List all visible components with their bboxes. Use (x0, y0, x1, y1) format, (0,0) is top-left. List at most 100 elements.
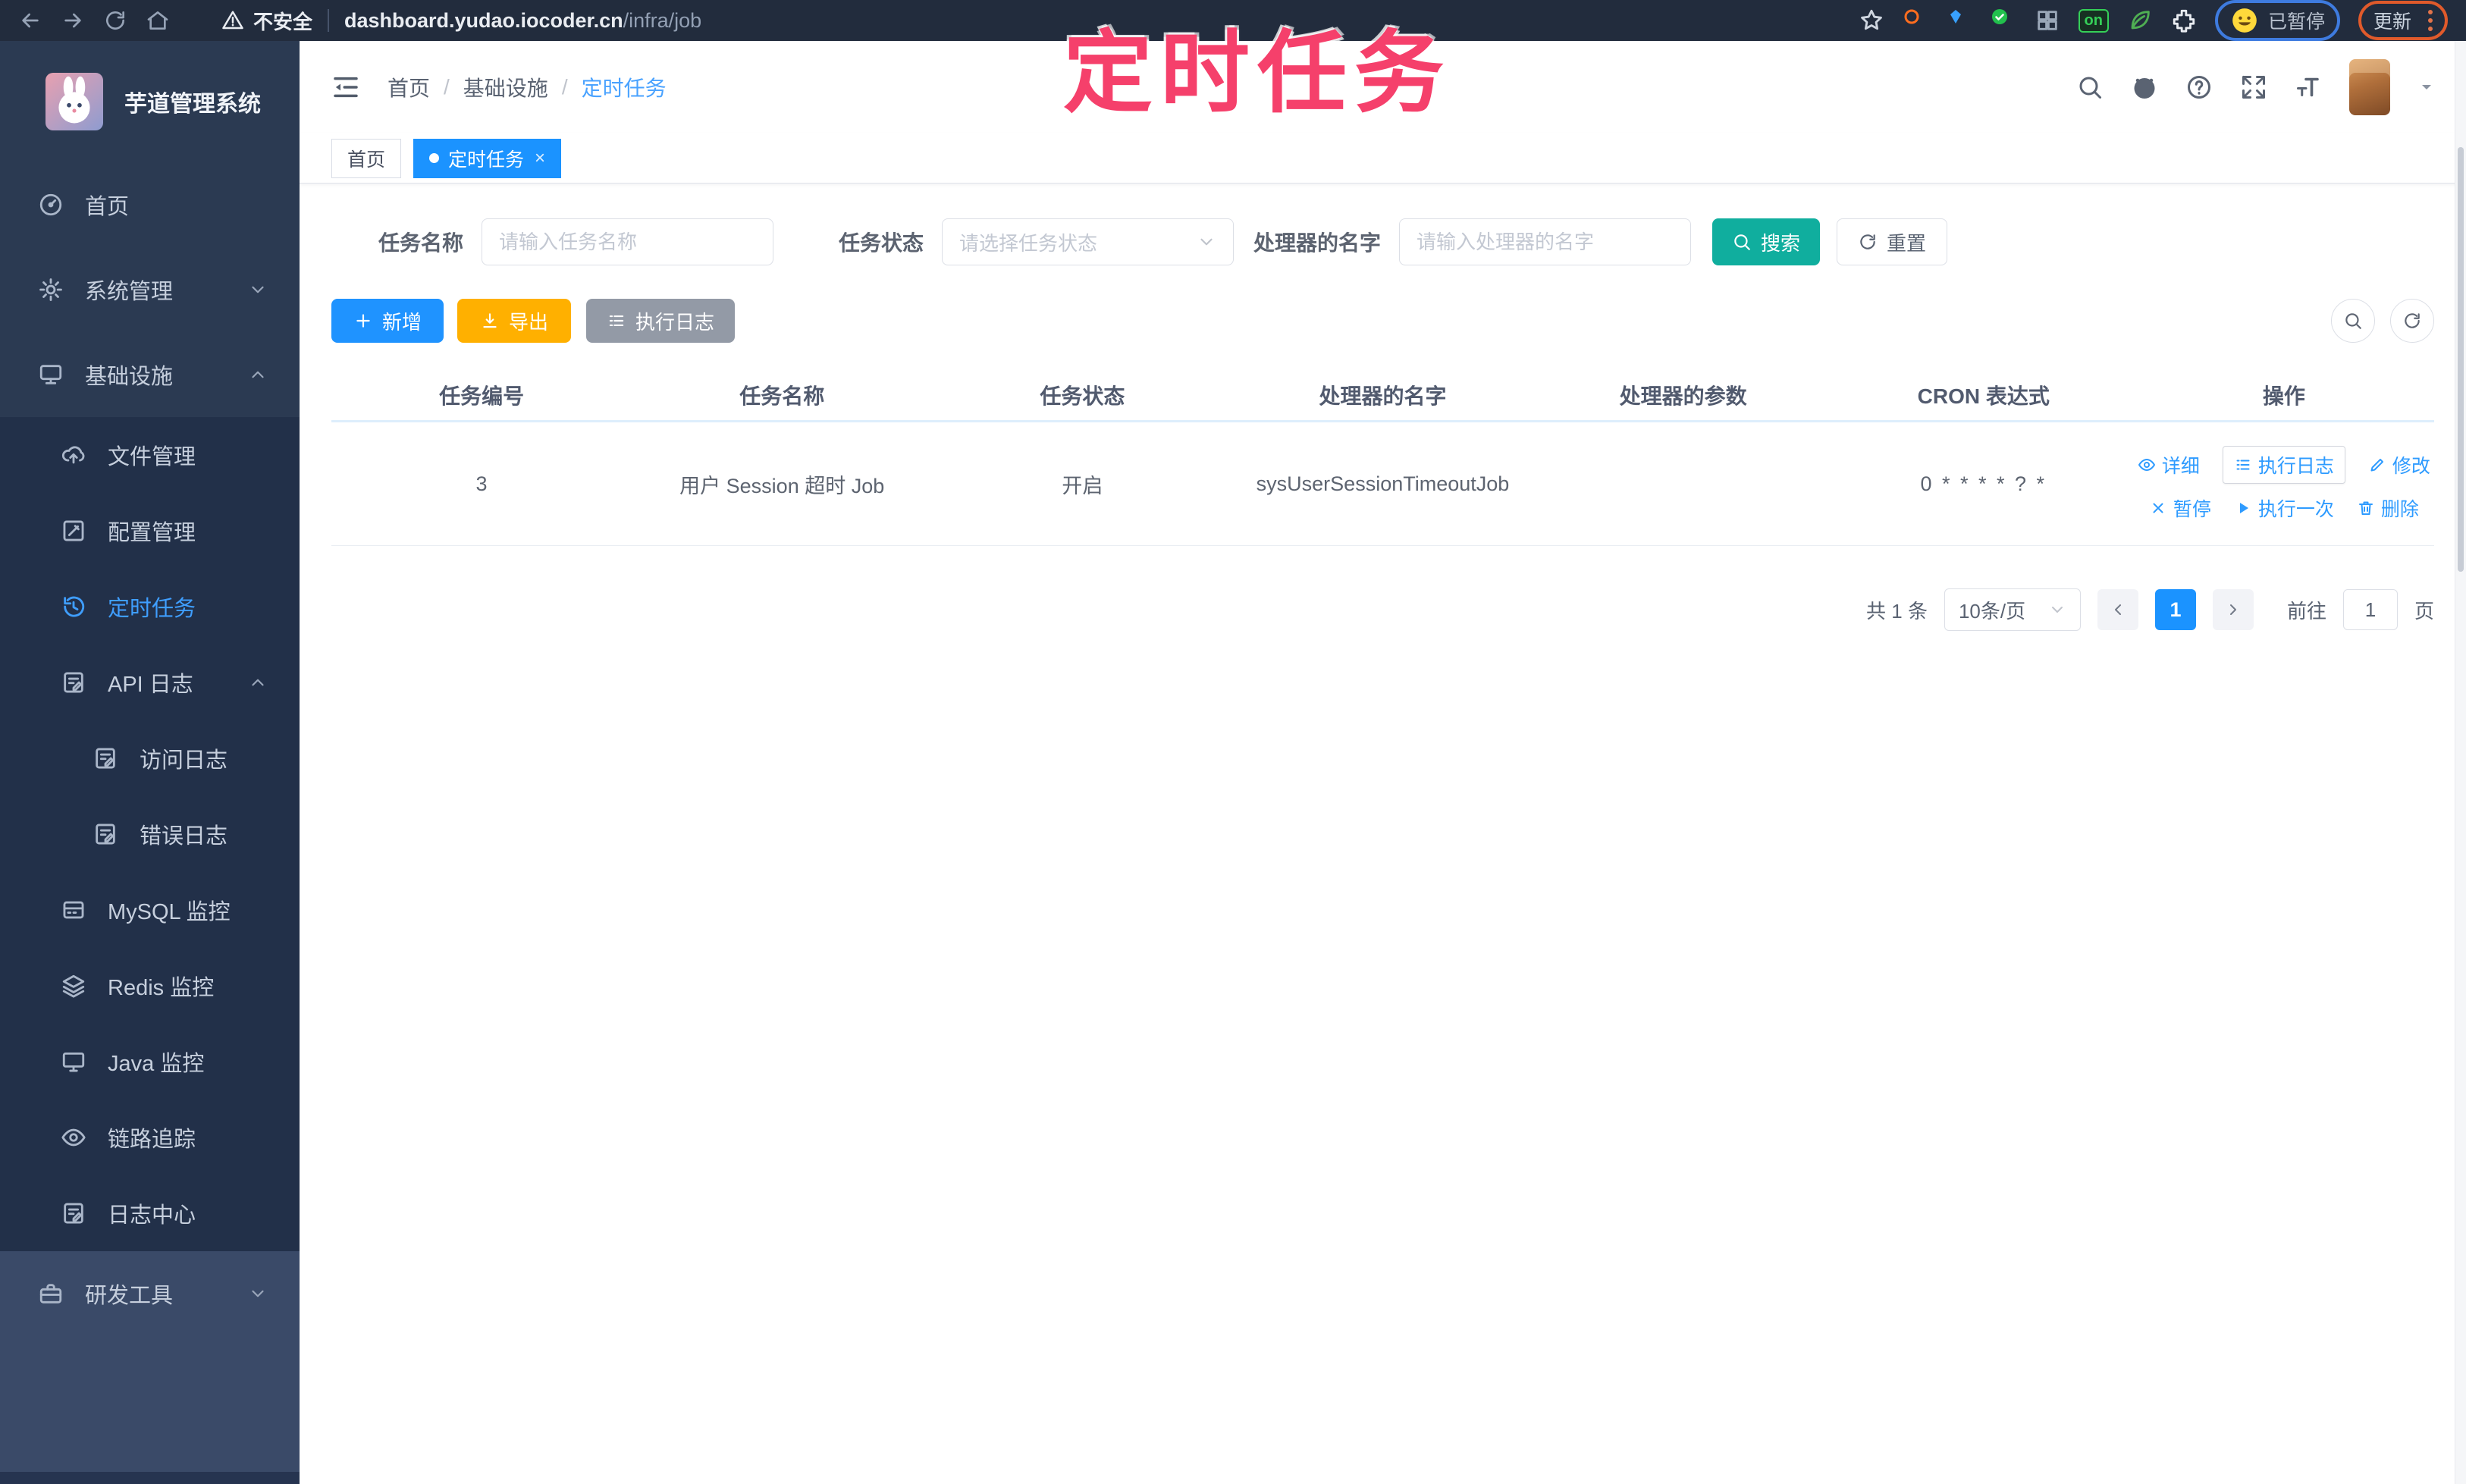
tab-view-bar: 首页 定时任务 × (300, 133, 2466, 184)
browser-back-icon[interactable] (18, 8, 42, 33)
user-avatar[interactable] (2349, 59, 2390, 115)
search-icon[interactable] (2076, 74, 2104, 101)
pencil-icon (2368, 456, 2386, 474)
tab-home[interactable]: 首页 (331, 138, 402, 178)
add-button[interactable]: 新增 (331, 299, 444, 343)
page-1-button[interactable]: 1 (2154, 589, 2196, 630)
edit-square-icon (61, 518, 86, 544)
search-icon (1732, 232, 1752, 252)
sidebar-item-label: 日志中心 (108, 1203, 196, 1228)
sidebar-item-label: 文件管理 (108, 445, 196, 469)
infrastructure-icon (38, 362, 64, 387)
github-icon[interactable] (2131, 74, 2158, 101)
action-exec-log[interactable]: 执行日志 (2222, 446, 2345, 484)
page-scrollbar[interactable] (2455, 41, 2466, 1484)
bookmark-star-icon[interactable] (1859, 8, 1884, 33)
browser-home-icon[interactable] (146, 8, 170, 33)
sidebar-item-label: 错误日志 (140, 824, 228, 849)
profile-status-group[interactable]: 已暂停 (2214, 0, 2340, 41)
fullscreen-icon[interactable] (2240, 74, 2267, 101)
job-name-label: 任务名称 (378, 231, 464, 255)
screen: 不安全 dashboard.yudao.iocoder.cn/infra/job… (0, 0, 2466, 1484)
sidebar-item-scheduled-jobs[interactable]: 定时任务 (0, 569, 300, 645)
next-page-button[interactable] (2212, 589, 2254, 630)
chevron-up-icon (248, 673, 268, 692)
job-status-select[interactable]: 请选择任务状态 (942, 218, 1235, 265)
green-check-extension-icon[interactable] (1991, 8, 2016, 33)
active-dot (429, 153, 440, 163)
sidebar-item-label: MySQL 监控 (108, 900, 231, 924)
browser-reload-icon[interactable] (103, 8, 127, 33)
database-icon (61, 897, 86, 923)
reset-button[interactable]: 重置 (1837, 218, 1948, 265)
update-group[interactable]: 更新 (2358, 1, 2448, 40)
content: 任务名称 任务状态 请选择任务状态 处理器的名字 搜索 重置 (300, 184, 2466, 631)
sidebar-item-log-center[interactable]: 日志中心 (0, 1175, 300, 1251)
close-icon[interactable]: × (535, 148, 545, 169)
action-pause[interactable]: 暂停 (2149, 494, 2211, 522)
breadcrumb-home[interactable]: 首页 (387, 72, 430, 102)
sidebar-item-error-log[interactable]: 错误日志 (0, 796, 300, 872)
refresh-table-button[interactable] (2390, 299, 2434, 343)
goto-page-input[interactable] (2342, 589, 2398, 630)
action-detail[interactable]: 详细 (2138, 451, 2200, 478)
sidebar-bottom-section: 研发工具 (0, 1251, 300, 1484)
action-delete[interactable]: 删除 (2357, 494, 2419, 522)
sidebar-item-mysql-monitor[interactable]: MySQL 监控 (0, 872, 300, 948)
exec-log-button[interactable]: 执行日志 (586, 299, 735, 343)
export-button[interactable]: 导出 (457, 299, 571, 343)
sidebar-item-system[interactable]: 系统管理 (0, 247, 300, 332)
breadcrumb-current: 定时任务 (581, 77, 667, 100)
help-icon[interactable] (2185, 74, 2213, 101)
sidebar-item-label: 首页 (85, 195, 130, 219)
breadcrumb-separator: / (561, 75, 568, 99)
cell-job-id: 3 (475, 472, 488, 495)
refresh-icon (1858, 232, 1878, 252)
app-logo-row[interactable]: 芋道管理系统 (0, 41, 300, 162)
url-path: /infra/job (623, 8, 702, 32)
orange-extension-icon[interactable] (1903, 8, 1928, 33)
chevron-down-icon (248, 1284, 268, 1304)
toggle-search-button[interactable] (2331, 299, 2375, 343)
sidebar-item-home[interactable]: 首页 (0, 162, 300, 247)
page-size-select[interactable]: 10条/页 (1944, 588, 2081, 631)
handler-name-input[interactable] (1399, 218, 1692, 265)
sidebar-item-java-monitor[interactable]: Java 监控 (0, 1024, 300, 1100)
grid-extension-icon[interactable] (2035, 8, 2060, 33)
sidebar-item-config-manage[interactable]: 配置管理 (0, 493, 300, 569)
tab-label: 定时任务 (448, 149, 525, 171)
sidebar-item-tracing[interactable]: 链路追踪 (0, 1100, 300, 1175)
sidebar-item-access-log[interactable]: 访问日志 (0, 720, 300, 796)
app-title: 芋道管理系统 (124, 92, 261, 117)
job-name-input[interactable] (482, 218, 774, 265)
browser-menu-icon[interactable] (2428, 10, 2433, 31)
font-size-icon[interactable] (2295, 74, 2322, 101)
tab-scheduled-jobs[interactable]: 定时任务 × (413, 138, 562, 178)
action-run-once[interactable]: 执行一次 (2234, 494, 2334, 522)
collapse-sidebar-icon[interactable] (330, 71, 362, 103)
sidebar-item-dev-tools[interactable]: 研发工具 (0, 1251, 300, 1336)
search-button[interactable]: 搜索 (1712, 218, 1821, 265)
sidebar-item-redis-monitor[interactable]: Redis 监控 (0, 948, 300, 1024)
puzzle-extension-icon[interactable] (2171, 8, 2197, 33)
on-badge[interactable]: on (2078, 8, 2109, 33)
action-edit[interactable]: 修改 (2368, 451, 2430, 478)
security-indicator[interactable]: 不安全 (221, 7, 312, 35)
breadcrumb-infra[interactable]: 基础设施 (463, 72, 548, 102)
warning-icon (221, 9, 244, 32)
col-job-id: 任务编号 (439, 384, 525, 408)
caret-down-icon[interactable] (2417, 78, 2436, 96)
sidebar-item-file-manage[interactable]: 文件管理 (0, 417, 300, 493)
sidebar-item-api-log[interactable]: API 日志 (0, 645, 300, 720)
blue-extension-icon[interactable] (1947, 8, 1972, 33)
leaf-extension-icon[interactable] (2127, 8, 2153, 33)
sidebar-item-infra[interactable]: 基础设施 (0, 332, 300, 417)
document-log-icon (93, 821, 118, 847)
select-placeholder: 请选择任务状态 (959, 231, 1098, 255)
update-button[interactable]: 更新 (2373, 7, 2411, 34)
address-bar[interactable]: dashboard.yudao.iocoder.cn/infra/job (344, 9, 701, 33)
browser-forward-icon[interactable] (61, 8, 85, 33)
document-log-icon (61, 1200, 86, 1226)
scrollbar-thumb[interactable] (2458, 147, 2464, 572)
prev-page-button[interactable] (2097, 589, 2138, 630)
